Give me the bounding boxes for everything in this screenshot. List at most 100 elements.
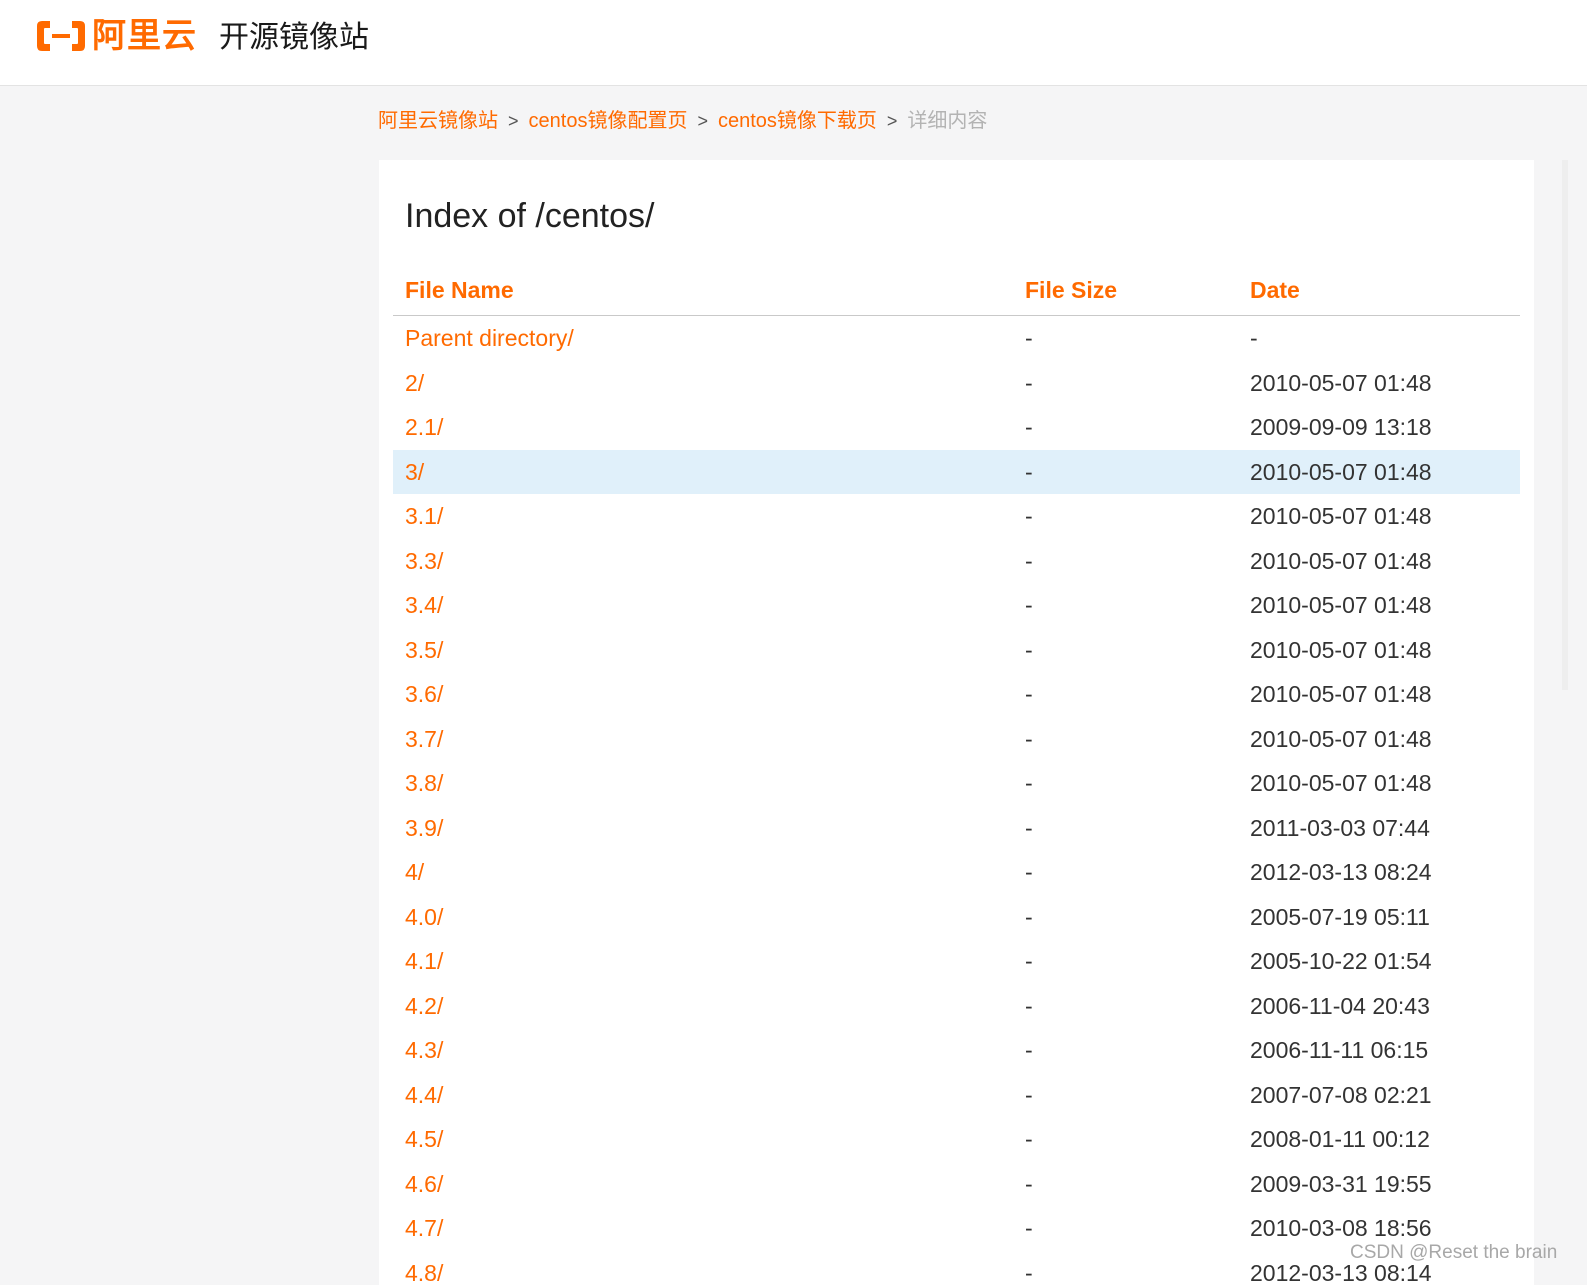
table-header: File Name File Size Date [393,266,1520,316]
table-body: Parent directory/ - - 2/ - 2010-05-07 01:48 2.… [393,316,1520,1285]
file-name-link[interactable]: 3/ [405,456,424,488]
file-date: 2010-05-07 01:48 [1250,369,1432,396]
file-name-link[interactable]: 4.1/ [405,945,443,977]
file-size: - [1025,1081,1033,1108]
file-date: 2007-07-08 02:21 [1250,1081,1432,1108]
file-name-link[interactable]: 4.5/ [405,1123,443,1155]
file-name-link[interactable]: 3.3/ [405,545,443,577]
table-row[interactable]: 3.6/ - 2010-05-07 01:48 [393,672,1520,717]
file-size: - [1025,1126,1033,1152]
file-date: 2010-05-07 01:48 [1250,725,1432,752]
table-row[interactable]: 3.9/ - 2011-03-03 07:44 [393,806,1520,851]
site-name[interactable]: 开源镜像站 [219,18,369,58]
file-name-link[interactable]: 4.7/ [405,1212,443,1244]
file-size: - [1025,369,1033,396]
file-size: - [1025,725,1033,752]
file-size: - [1025,1170,1033,1197]
file-date: - [1250,325,1258,351]
file-name-link[interactable]: 3.5/ [405,634,443,666]
file-size: - [1025,458,1033,485]
file-date: 2010-05-07 01:48 [1250,681,1432,707]
file-date: 2011-03-03 07:44 [1250,814,1430,841]
file-name-link[interactable]: 4.2/ [405,990,443,1022]
file-size: - [1025,503,1033,529]
file-name-link[interactable]: 4.6/ [405,1168,443,1200]
top-header: 阿里云 开源镜像站 [0,0,1587,86]
table-row[interactable]: 4.2/ - 2006-11-04 20:43 [393,984,1520,1029]
file-date: 2010-05-07 01:48 [1250,770,1432,796]
table-row[interactable]: 2.1/ - 2009-09-09 13:18 [393,405,1520,450]
file-size: - [1025,592,1033,618]
file-date: 2010-05-07 01:48 [1250,547,1432,574]
file-size: - [1025,547,1033,574]
watermark: CSDN @Reset the brain [1350,1242,1558,1263]
file-table: File Name File Size Date Parent director… [393,266,1520,1285]
file-date: 2010-05-07 01:48 [1250,503,1432,529]
file-date: 2008-01-11 00:12 [1250,1126,1430,1152]
breadcrumb-separator: > [886,111,898,131]
table-row[interactable]: Parent directory/ - - [393,316,1520,361]
file-size: - [1025,414,1033,440]
table-row[interactable]: 3/ - 2010-05-07 01:48 [393,449,1520,494]
file-name-link[interactable]: 4.0/ [405,901,443,933]
file-date: 2010-05-07 01:48 [1250,458,1432,485]
breadcrumb-separator: > [697,111,708,131]
file-date: 2010-05-07 01:48 [1250,592,1432,618]
file-name-link[interactable]: 4.3/ [405,1034,443,1066]
breadcrumb-link-centos-config[interactable]: centos镜像配置页 [529,106,688,136]
column-header-file-name: File Name [405,277,514,303]
breadcrumb-link-centos-download[interactable]: centos镜像下载页 [718,106,877,136]
page-scrollbar[interactable] [1562,160,1568,690]
page-title: Index of /centos/ [405,197,655,235]
aliyun-bracket-logo-icon [37,21,85,51]
breadcrumb: 阿里云镜像站 > centos镜像配置页 > centos镜像下载页 > 详细内… [378,106,987,136]
file-date: 2006-11-11 06:15 [1250,1037,1429,1063]
table-row[interactable]: 3.3/ - 2010-05-07 01:48 [393,539,1520,584]
file-name-link[interactable]: 3.8/ [405,767,443,799]
table-row[interactable]: 3.7/ - 2010-05-07 01:48 [393,717,1520,762]
file-name-link[interactable]: 2.1/ [405,411,443,443]
table-row[interactable]: 4.5/ - 2008-01-11 00:12 [393,1117,1520,1162]
file-name-link[interactable]: 4/ [405,856,424,888]
aliyun-logo[interactable]: 阿里云 [34,14,197,58]
file-size: - [1025,325,1033,351]
table-row[interactable]: 3.1/ - 2010-05-07 01:48 [393,494,1520,539]
file-size: - [1025,992,1033,1019]
file-size: - [1025,1215,1033,1241]
table-row[interactable]: 4.3/ - 2006-11-11 06:15 [393,1028,1520,1073]
file-size: - [1025,859,1033,885]
file-date: 2005-10-22 01:54 [1250,948,1432,974]
file-date: 2009-03-31 19:55 [1250,1170,1432,1197]
file-name-link[interactable]: 2/ [405,367,424,399]
file-name-link[interactable]: 3.6/ [405,678,443,710]
file-size: - [1025,1259,1033,1285]
file-name-link[interactable]: 3.9/ [405,812,443,844]
file-name-link[interactable]: 3.7/ [405,723,443,755]
table-row[interactable]: 2/ - 2010-05-07 01:48 [393,361,1520,406]
file-name-link[interactable]: 3.4/ [405,589,443,621]
file-date: 2009-09-09 13:18 [1250,414,1432,440]
directory-panel: Index of /centos/ File Name File Size Da… [379,160,1534,1285]
table-row[interactable]: 4.0/ - 2005-07-19 05:11 [393,895,1520,940]
file-name-link[interactable]: 4.4/ [405,1079,443,1111]
file-date: 2006-11-04 20:43 [1250,992,1430,1019]
file-name-link[interactable]: Parent directory/ [405,322,574,354]
table-row[interactable]: 4.4/ - 2007-07-08 02:21 [393,1073,1520,1118]
table-row[interactable]: 3.5/ - 2010-05-07 01:48 [393,628,1520,673]
table-row[interactable]: 3.4/ - 2010-05-07 01:48 [393,583,1520,628]
file-date: 2010-05-07 01:48 [1250,636,1432,663]
breadcrumb-link-mirror-home[interactable]: 阿里云镜像站 [378,106,498,136]
column-header-date: Date [1250,277,1300,303]
breadcrumb-current: 详细内容 [907,110,988,132]
file-name-link[interactable]: 4.8/ [405,1257,443,1285]
table-row[interactable]: 4.6/ - 2009-03-31 19:55 [393,1162,1520,1207]
file-size: - [1025,681,1033,707]
file-name-link[interactable]: 3.1/ [405,500,443,532]
table-row[interactable]: 4.1/ - 2005-10-22 01:54 [393,939,1520,984]
file-size: - [1025,636,1033,663]
table-row[interactable]: 4/ - 2012-03-13 08:24 [393,850,1520,895]
column-header-file-size: File Size [1025,277,1118,303]
table-row[interactable]: 3.8/ - 2010-05-07 01:48 [393,761,1520,806]
file-size: - [1025,903,1033,930]
logo-text: 阿里云 [92,17,197,55]
